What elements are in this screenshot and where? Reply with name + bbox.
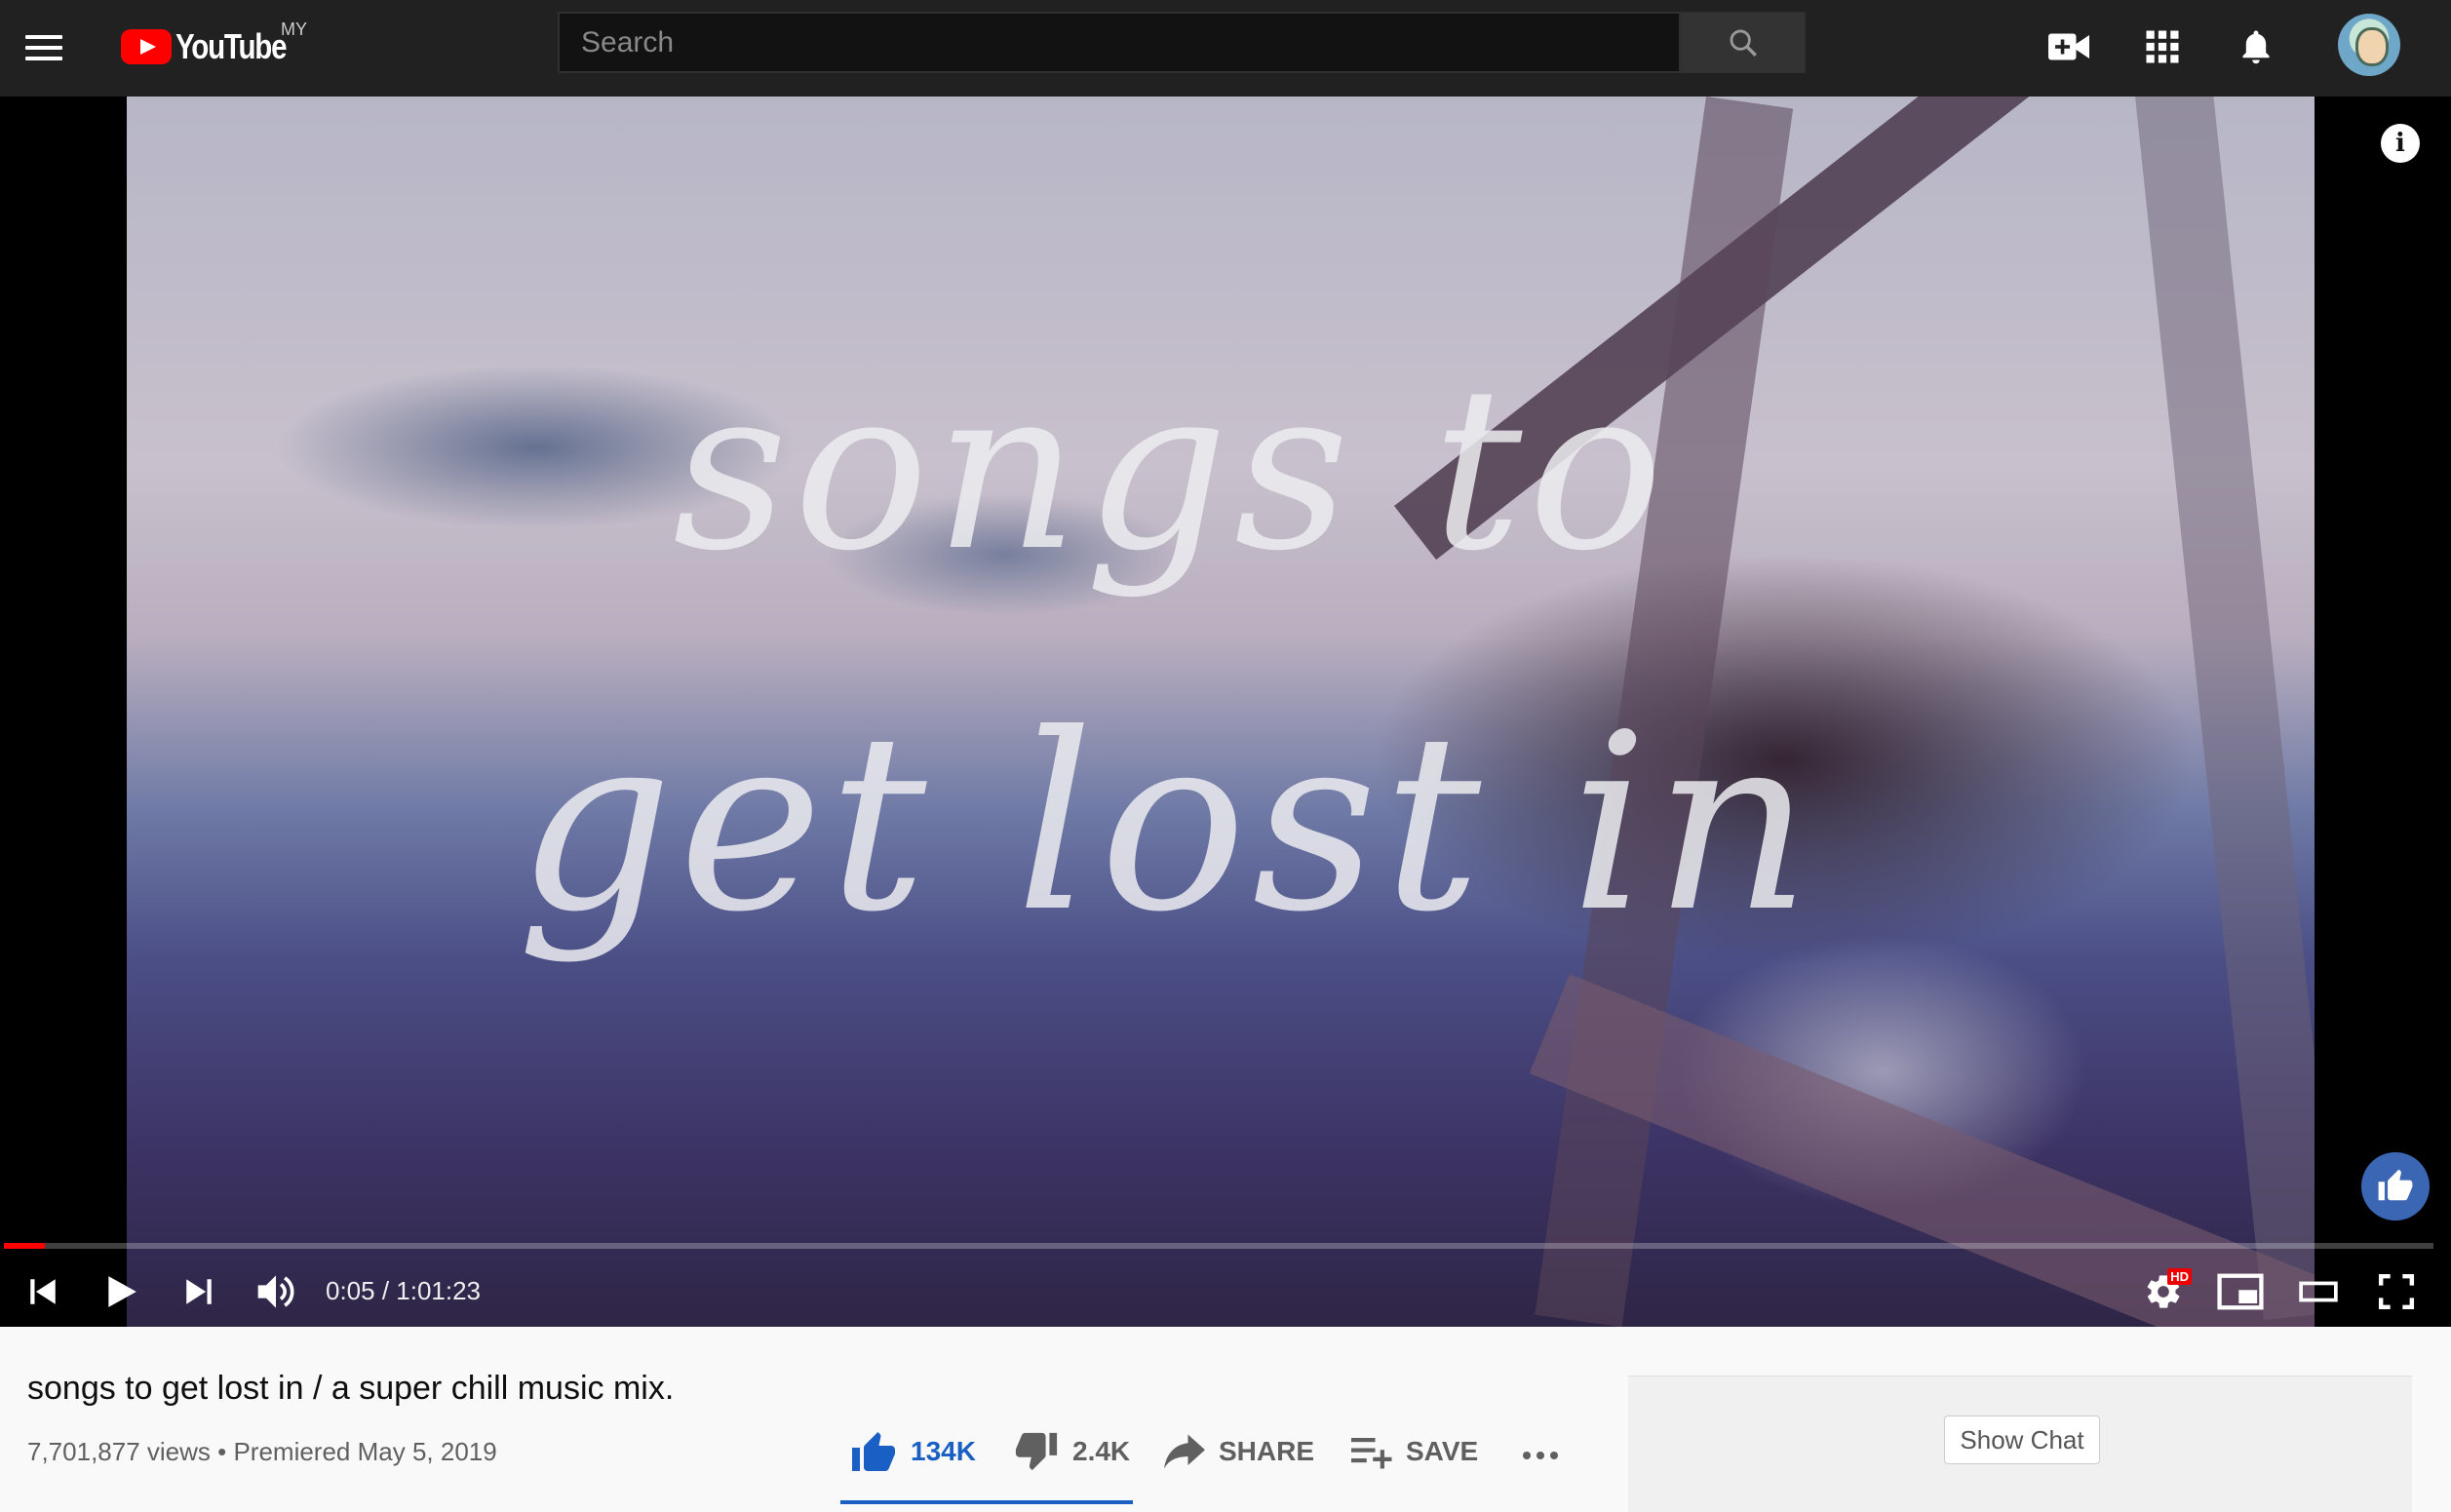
fullscreen-icon — [2378, 1273, 2415, 1310]
like-count: 134K — [911, 1436, 976, 1466]
video-overlay-line-1: songs to — [673, 340, 1669, 601]
play-icon — [108, 1276, 136, 1307]
more-horizontal-icon — [1523, 1452, 1558, 1459]
theater-mode-icon — [2299, 1281, 2338, 1302]
miniplayer-icon — [2217, 1273, 2264, 1310]
skip-previous-icon — [30, 1279, 56, 1304]
more-actions-button[interactable] — [1521, 1428, 1560, 1483]
theater-mode-button[interactable] — [2291, 1262, 2346, 1321]
hd-badge: HD — [2167, 1268, 2192, 1285]
settings-button[interactable]: HD — [2135, 1262, 2192, 1321]
search-icon — [1730, 29, 1757, 57]
floating-like-button[interactable] — [2361, 1152, 2430, 1221]
save-button[interactable]: SAVE — [1351, 1424, 1478, 1479]
video-overlay-line-2: get lost in — [517, 681, 1817, 965]
railing-beam — [2135, 97, 2315, 1321]
video-player[interactable]: songs to get lost in i 0:05 / 1:01:23 HD — [0, 97, 2451, 1327]
progress-bar[interactable] — [4, 1243, 2433, 1249]
apps-button[interactable] — [2135, 19, 2190, 74]
playlist-add-icon — [1351, 1438, 1392, 1469]
notifications-button[interactable] — [2229, 19, 2283, 74]
thumbs-up-icon — [2378, 1169, 2413, 1201]
play-button[interactable] — [96, 1262, 146, 1321]
thumbs-down-icon — [1015, 1432, 1058, 1471]
info-icon[interactable]: i — [2381, 124, 2420, 163]
fullscreen-button[interactable] — [2369, 1262, 2424, 1321]
youtube-play-icon — [121, 29, 172, 64]
video-info: songs to get lost in / a super chill mus… — [0, 1327, 2451, 1512]
show-chat-button[interactable]: Show Chat — [1944, 1415, 2100, 1464]
volume-button[interactable] — [250, 1262, 302, 1321]
logo-text: YouTube — [175, 26, 288, 66]
apps-grid-icon — [2146, 30, 2179, 63]
volume-icon — [257, 1275, 294, 1308]
progress-played — [4, 1243, 46, 1249]
player-controls: 0:05 / 1:01:23 HD — [0, 1257, 2451, 1327]
video-camera-add-icon — [2048, 33, 2089, 60]
search-input[interactable] — [560, 14, 1679, 71]
skip-next-icon — [186, 1279, 212, 1304]
video-title: songs to get lost in / a super chill mus… — [27, 1370, 675, 1407]
previous-button[interactable] — [19, 1262, 66, 1321]
miniplayer-button[interactable] — [2213, 1262, 2268, 1321]
share-icon — [1164, 1434, 1205, 1469]
create-video-button[interactable] — [2042, 19, 2096, 74]
video-meta: 7,701,877 views • Premiered May 5, 2019 — [27, 1437, 497, 1466]
dislike-button[interactable]: 2.4K — [1014, 1424, 1130, 1479]
share-label: SHARE — [1219, 1436, 1315, 1466]
search-button[interactable] — [1681, 12, 1806, 73]
region-code: MY — [281, 19, 307, 39]
dislike-count: 2.4K — [1072, 1436, 1131, 1466]
share-button[interactable]: SHARE — [1164, 1424, 1314, 1479]
menu-icon[interactable] — [25, 25, 76, 70]
time-display: 0:05 / 1:01:23 — [326, 1276, 482, 1305]
live-chat-panel: Show Chat — [1628, 1376, 2412, 1512]
avatar[interactable] — [2338, 14, 2400, 76]
like-button[interactable]: 134K — [850, 1424, 976, 1479]
save-label: SAVE — [1406, 1436, 1479, 1466]
masthead: YouTube MY — [0, 0, 2451, 97]
search-box — [558, 12, 1681, 73]
bell-icon — [2242, 30, 2270, 64]
next-button[interactable] — [175, 1262, 222, 1321]
video-frame[interactable]: songs to get lost in — [127, 97, 2315, 1327]
thumbs-up-icon — [852, 1432, 895, 1471]
like-ratio-bar — [840, 1500, 1133, 1504]
